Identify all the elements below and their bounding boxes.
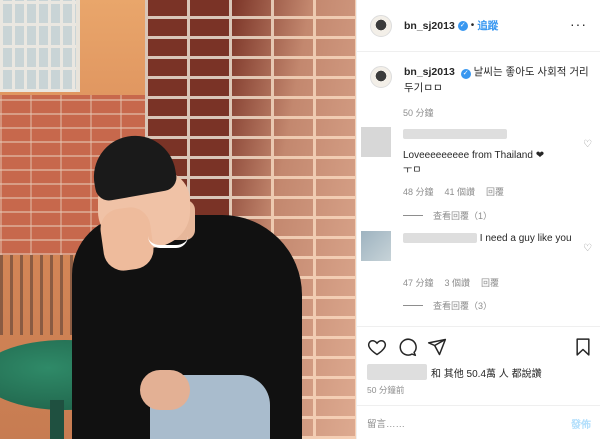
comment-icon[interactable]: [397, 337, 417, 357]
caption-text-block: bn_sj2013 ✓ 날씨는 좋아도 사회적 거리두기ㅁㅁ: [404, 64, 590, 96]
comment-meta: 47 分鐘 3 個讚 回覆: [403, 276, 499, 289]
bookmark-icon[interactable]: [573, 337, 593, 357]
post-timestamp[interactable]: 50 分鐘前: [367, 384, 404, 396]
comment-text-line2: ㅜㅁ: [403, 165, 422, 176]
photo-table-leg: [50, 400, 64, 439]
list-item: I need a guy like you ♡ 47 分鐘 3 個讚 回覆 查看…: [361, 231, 593, 321]
comment-composer: 留言…… 發佈: [357, 405, 600, 439]
comment-input[interactable]: 留言……: [367, 416, 405, 430]
comment-text: I need a guy like you: [479, 233, 572, 244]
likes-summary[interactable]: 和 其他 50.4萬 人 都說讚: [367, 364, 542, 380]
post-photo[interactable]: [0, 0, 356, 439]
view-replies-button[interactable]: 查看回覆（3）: [403, 299, 492, 312]
caption-time: 50 分鐘: [403, 108, 434, 118]
view-replies-label[interactable]: 查看回覆（3）: [433, 299, 492, 312]
more-options-icon[interactable]: ···: [570, 16, 587, 32]
heart-icon[interactable]: [367, 337, 387, 357]
replies-divider-line: [403, 305, 423, 306]
follow-button[interactable]: 追蹤: [477, 18, 498, 33]
post-comment-button[interactable]: 發佈: [571, 416, 591, 431]
comment-avatar[interactable]: [361, 231, 391, 261]
blurred-username[interactable]: [403, 129, 507, 140]
comment-time: 48 分鐘: [403, 187, 434, 197]
reply-button[interactable]: 回覆: [481, 276, 499, 289]
comment-likes[interactable]: 41 個讚: [445, 185, 476, 198]
caption-username[interactable]: bn_sj2013: [404, 66, 455, 78]
verified-badge-icon: ✓: [457, 20, 468, 31]
photo-sweater-collar: [148, 236, 188, 248]
comment-time: 47 分鐘: [403, 278, 434, 288]
comment-avatar[interactable]: [361, 127, 391, 157]
view-replies-label[interactable]: 查看回覆（1）: [433, 209, 492, 222]
photo-window: [0, 0, 80, 92]
comment-body: I need a guy like you: [403, 231, 573, 246]
caption-verified-badge-icon: ✓: [460, 69, 471, 79]
post-side-panel: bn_sj2013 ✓ • 追蹤 ··· bn_sj2013 ✓ 날씨는 좋아도…: [356, 0, 600, 439]
comment-like-heart-icon[interactable]: ♡: [583, 243, 593, 254]
comment-like-heart-icon[interactable]: ♡: [583, 139, 593, 150]
separator-dot: •: [470, 20, 475, 31]
list-item: Loveeeeeeeee from Thailand ❤ ㅜㅁ ♡ 48 分鐘 …: [361, 127, 593, 227]
post-header: bn_sj2013 ✓ • 追蹤 ···: [357, 0, 600, 52]
caption-avatar[interactable]: [370, 66, 392, 88]
likes-text[interactable]: 和 其他 50.4萬 人 都說讚: [431, 365, 542, 380]
action-icons: [367, 337, 447, 357]
post-actions: 和 其他 50.4萬 人 都說讚 50 分鐘前 留言…… 發佈: [357, 326, 600, 439]
username-link[interactable]: bn_sj2013: [404, 20, 455, 32]
caption: bn_sj2013 ✓ 날씨는 좋아도 사회적 거리두기ㅁㅁ: [370, 64, 590, 96]
blurred-username[interactable]: [403, 233, 477, 244]
photo-person-hand-lower: [140, 370, 190, 410]
blurred-liker-name[interactable]: [367, 364, 427, 380]
comment-likes[interactable]: 3 個讚: [445, 276, 471, 289]
share-icon[interactable]: [427, 337, 447, 357]
view-replies-button[interactable]: 查看回覆（1）: [403, 209, 492, 222]
replies-divider-line: [403, 215, 423, 216]
avatar[interactable]: [370, 14, 392, 37]
reply-button[interactable]: 回覆: [486, 185, 504, 198]
comment-text: Loveeeeeeeee from Thailand ❤: [403, 150, 545, 161]
comment-meta: 48 分鐘 41 個讚 回覆: [403, 185, 504, 198]
comment-body: Loveeeeeeeee from Thailand ❤ ㅜㅁ: [403, 127, 573, 178]
